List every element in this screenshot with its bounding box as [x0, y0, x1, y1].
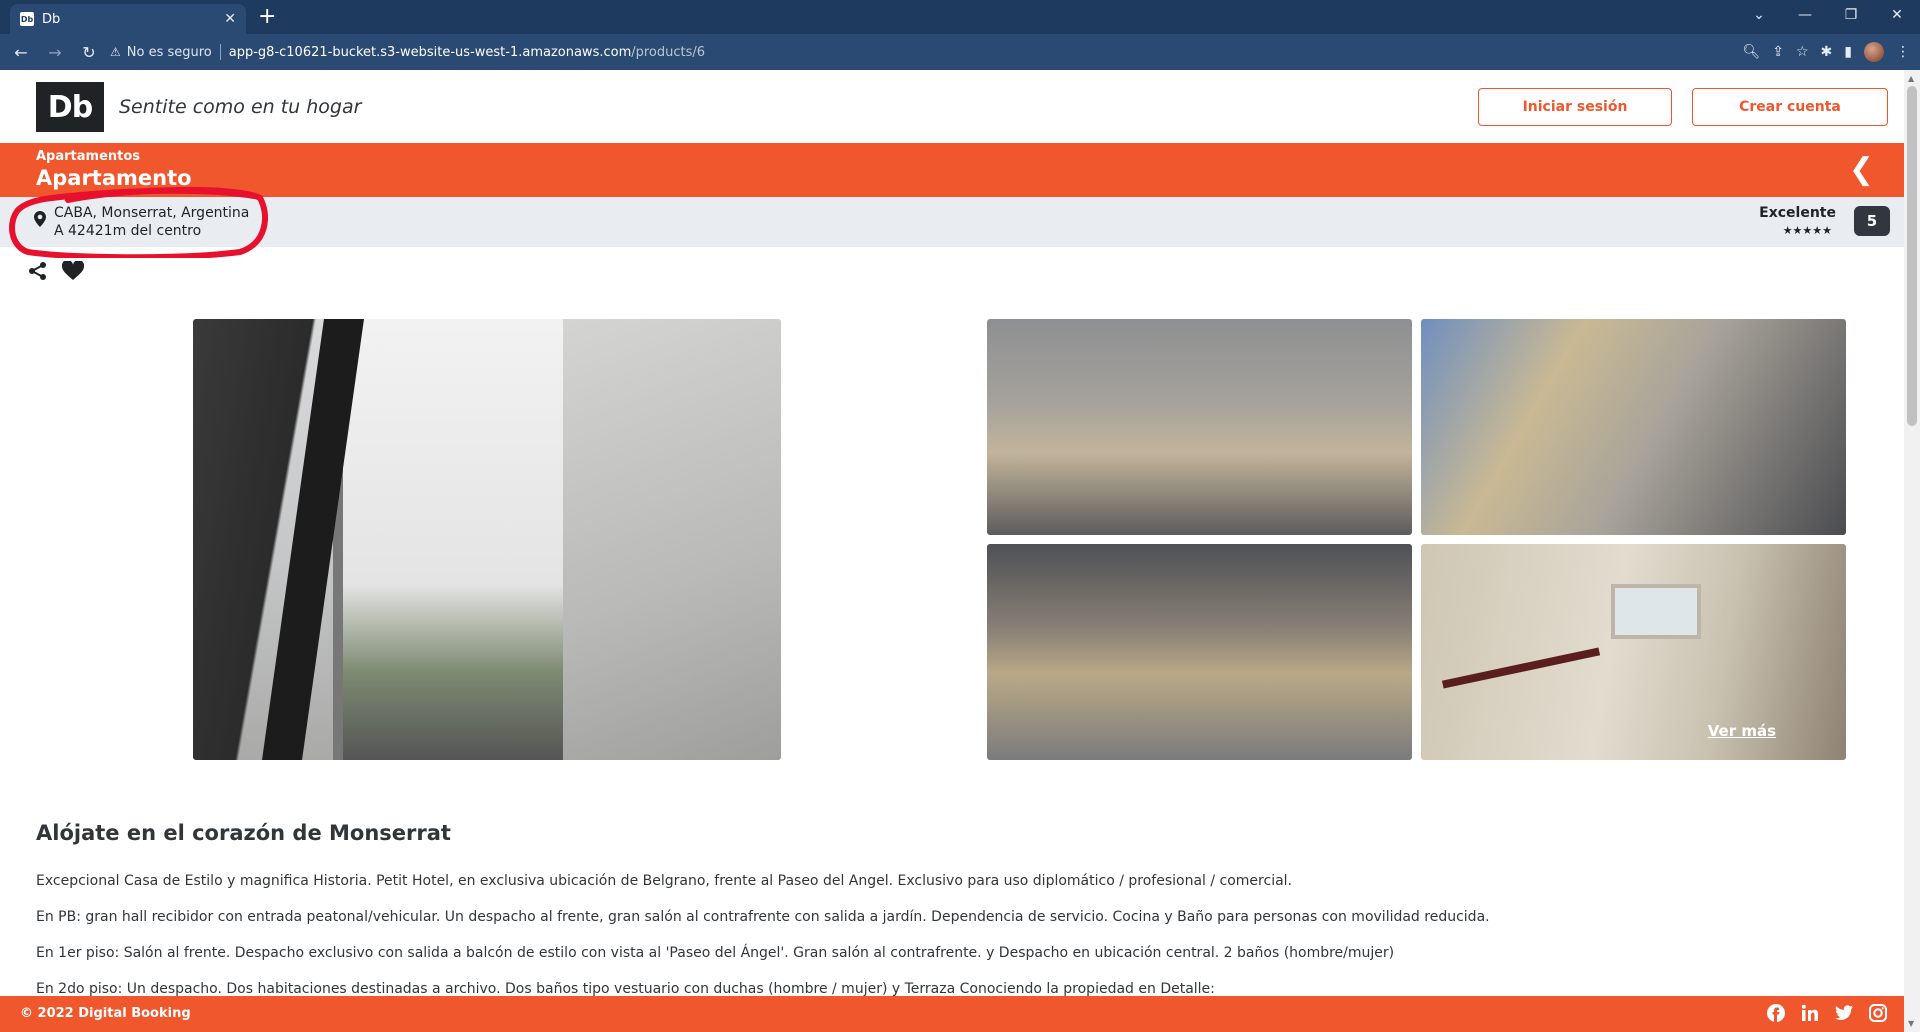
description-paragraph: En 2do piso: Un despacho. Dos habitacion…: [36, 981, 1215, 997]
browser-tab-strip: Db Db ✕ + ⌄ — ❐ ✕: [0, 0, 1920, 34]
description-paragraph: Excepcional Casa de Estilo y magnifica H…: [36, 873, 1293, 889]
heart-icon[interactable]: [61, 259, 85, 285]
gallery-room-window: [1611, 584, 1701, 639]
facebook-icon[interactable]: [1766, 1003, 1786, 1023]
instagram-icon[interactable]: [1868, 1003, 1888, 1023]
back-chevron-icon[interactable]: ❮: [1849, 152, 1874, 187]
logo[interactable]: Db: [36, 82, 104, 132]
tab-title: Db: [42, 11, 61, 27]
signup-button[interactable]: Crear cuenta: [1692, 88, 1888, 126]
linkedin-icon[interactable]: [1800, 1003, 1820, 1023]
browser-actions: 🔍︎ ⇪ ☆ ✱ ▮ ⋮: [1742, 38, 1910, 66]
description-paragraph: En 1er piso: Salón al frente. Despacho e…: [36, 945, 1395, 961]
forward-icon[interactable]: →: [42, 39, 68, 65]
scroll-down-icon[interactable]: ▼: [1908, 1019, 1914, 1028]
address-separator: [219, 44, 221, 60]
side-panel-icon[interactable]: ▮: [1844, 44, 1852, 60]
url-path: /products/6: [631, 44, 706, 60]
copyright-text: © 2022 Digital Booking: [20, 1006, 191, 1021]
location-bar: CABA, Monserrat, Argentina A 42421m del …: [0, 197, 1904, 247]
see-more-link[interactable]: Ver más: [1708, 722, 1776, 740]
url-host: app-g8-c10621-bucket.s3-website-us-west-…: [228, 44, 632, 60]
rating-score-badge: 5: [1854, 206, 1890, 236]
address-bar[interactable]: ⚠ No es seguro app-g8-c10621-bucket.s3-w…: [110, 38, 1710, 66]
gallery-main-wall: [563, 319, 781, 760]
restore-icon[interactable]: ❐: [1828, 0, 1874, 30]
browser-menu-icon[interactable]: ⋮: [1896, 44, 1910, 60]
share-page-icon[interactable]: ⇪: [1772, 44, 1784, 60]
rating-label: Excelente: [1759, 205, 1836, 221]
twitter-icon[interactable]: [1834, 1003, 1854, 1023]
security-label[interactable]: No es seguro: [127, 45, 212, 60]
back-icon[interactable]: ←: [8, 39, 34, 65]
extensions-icon[interactable]: ✱: [1821, 44, 1833, 60]
bookmark-star-icon[interactable]: ☆: [1796, 44, 1809, 60]
site-footer: © 2022 Digital Booking: [0, 996, 1904, 1032]
tab-search-icon[interactable]: ⌄: [1736, 0, 1782, 30]
share-favorite-row: [28, 259, 85, 285]
share-icon[interactable]: [28, 261, 48, 285]
tab-close-icon[interactable]: ✕: [224, 11, 236, 27]
minimize-icon[interactable]: —: [1782, 0, 1828, 30]
new-tab-icon[interactable]: +: [258, 4, 276, 30]
site-header: Db Sentite como en tu hogar Iniciar sesi…: [0, 70, 1904, 143]
product-category: Apartamentos: [36, 149, 141, 164]
gallery-main-image[interactable]: [193, 319, 781, 760]
gallery-image-hall[interactable]: [987, 544, 1412, 760]
gallery-image-room[interactable]: Ver más: [1421, 544, 1846, 760]
reload-icon[interactable]: ↻: [76, 39, 102, 65]
browser-toolbar: ← → ↻ ⚠ No es seguro app-g8-c10621-bucke…: [0, 34, 1920, 70]
scroll-up-icon[interactable]: ▲: [1908, 74, 1914, 83]
zoom-icon[interactable]: 🔍︎: [1742, 44, 1760, 60]
profile-avatar[interactable]: [1864, 42, 1884, 62]
gallery-main-building: [333, 319, 563, 760]
warning-icon[interactable]: ⚠: [110, 45, 121, 59]
scrollbar-thumb[interactable]: [1907, 86, 1917, 426]
slogan: Sentite como en tu hogar: [119, 96, 362, 118]
description-paragraph: En PB: gran hall recibidor con entrada p…: [36, 909, 1490, 925]
rating-stars: ★★★★★: [1782, 224, 1832, 237]
gallery-room-stripe: [1441, 647, 1601, 689]
login-button[interactable]: Iniciar sesión: [1478, 88, 1672, 126]
product-title-bar: Apartamentos Apartamento ❮: [0, 143, 1904, 197]
window-close-icon[interactable]: ✕: [1874, 0, 1920, 30]
page-scrollbar[interactable]: ▲ ▼: [1904, 70, 1920, 1032]
browser-tab[interactable]: Db Db ✕: [10, 4, 246, 34]
social-links: [1766, 1003, 1888, 1023]
gallery-image-lobby[interactable]: [987, 319, 1412, 535]
annotation-circle: [9, 186, 268, 258]
tab-favicon: Db: [20, 12, 34, 26]
description-title: Alójate en el corazón de Monserrat: [36, 821, 451, 845]
gallery-image-facade[interactable]: [1421, 319, 1846, 535]
